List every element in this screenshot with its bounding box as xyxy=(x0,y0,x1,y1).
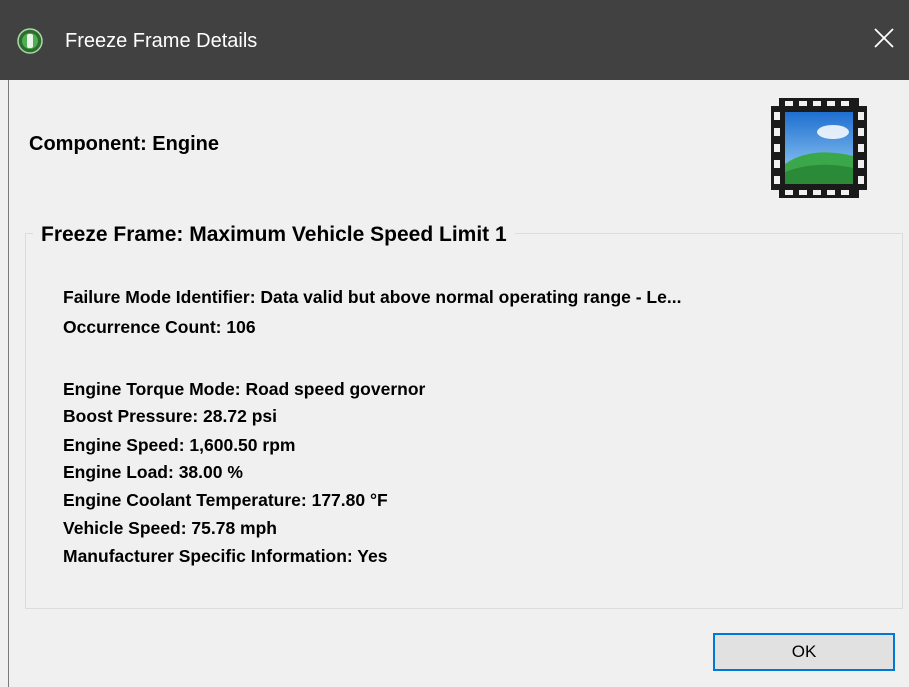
param-engine-load: Engine Load: 38.00 % xyxy=(63,462,243,482)
param-vehicle-speed: Vehicle Speed: 75.78 mph xyxy=(63,518,277,538)
param-engine-speed: Engine Speed: 1,600.50 rpm xyxy=(63,435,296,455)
param-engine-coolant-temperature: Engine Coolant Temperature: 177.80 °F xyxy=(63,490,388,510)
title-bar: Freeze Frame Details xyxy=(0,0,909,80)
film-strip-icon xyxy=(771,98,867,198)
failure-mode-identifier: Failure Mode Identifier: Data valid but … xyxy=(63,287,682,307)
window-title: Freeze Frame Details xyxy=(65,30,258,52)
ok-button[interactable]: OK xyxy=(713,633,895,671)
close-button[interactable] xyxy=(859,0,909,80)
param-engine-torque-mode: Engine Torque Mode: Road speed governor xyxy=(63,379,426,399)
param-manufacturer-specific-information: Manufacturer Specific Information: Yes xyxy=(63,546,388,566)
component-label: Component: Engine xyxy=(29,133,219,155)
freeze-frame-title: Freeze Frame: Maximum Vehicle Speed Limi… xyxy=(33,222,515,248)
app-globe-icon xyxy=(14,26,46,56)
close-icon xyxy=(873,27,895,54)
occurrence-count: Occurrence Count: 106 xyxy=(63,317,256,337)
param-boost-pressure: Boost Pressure: 28.72 psi xyxy=(63,406,277,426)
dialog-body: Component: Engine Freeze Frame: Maximum … xyxy=(8,80,909,687)
